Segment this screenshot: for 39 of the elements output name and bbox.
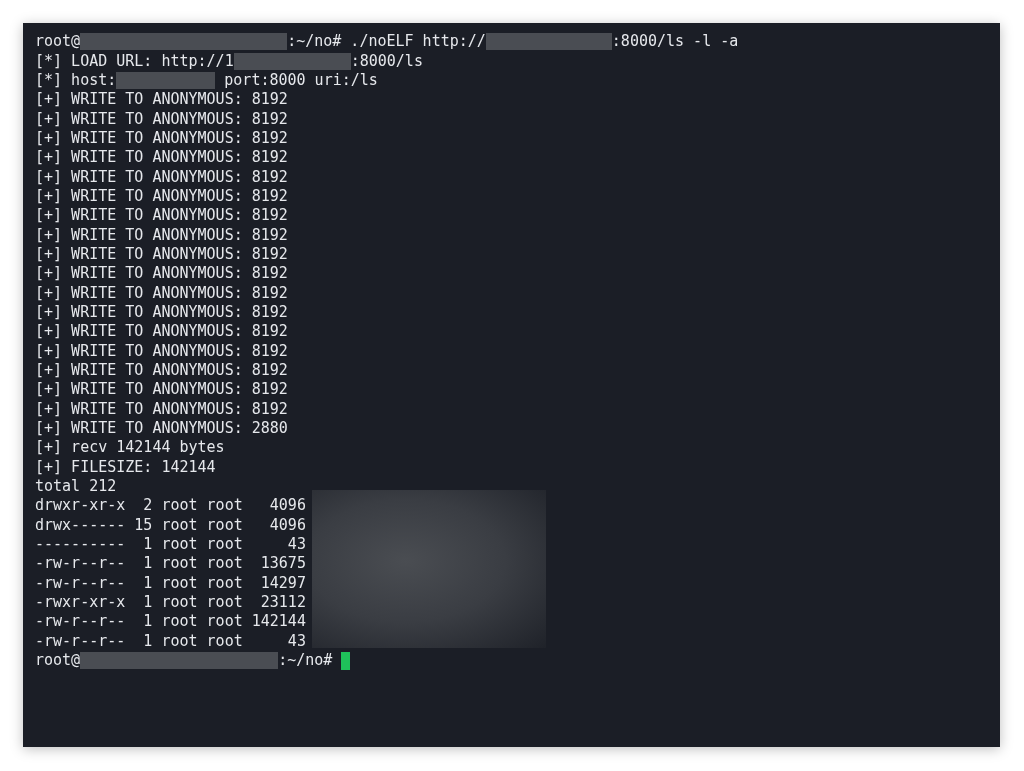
terminal-text: [+] WRITE TO ANONYMOUS: 8192 xyxy=(35,109,288,129)
terminal-text: -rw-r--r-- 1 root root 142144 xyxy=(35,612,306,632)
terminal-text: -rwxr-xr-x 1 root root 23112 xyxy=(35,593,306,613)
terminal-text: :~/no# ./noELF http:// xyxy=(287,32,486,52)
terminal-text: :8000/ls -l -a xyxy=(611,32,739,52)
terminal-text: ---------- 1 root root 43 xyxy=(35,535,306,555)
terminal-text: [+] WRITE TO ANONYMOUS: 8192 xyxy=(35,264,288,284)
terminal-text: port:8000 uri:/ls xyxy=(223,70,378,90)
terminal-text: -rw-r--r-- 1 root root 14297 xyxy=(35,573,306,593)
terminal-text: :~/no# xyxy=(278,651,334,671)
terminal-text: [*] host: xyxy=(35,70,117,90)
terminal-text: -rw-r--r-- 1 root root 13675 xyxy=(35,554,306,574)
terminal-text: [+] WRITE TO ANONYMOUS: 8192 xyxy=(35,206,288,226)
terminal-text: :8000/ls xyxy=(350,51,423,71)
terminal-text: total 212 xyxy=(35,477,117,497)
terminal-text: [+] WRITE TO ANONYMOUS: 8192 xyxy=(35,399,288,419)
terminal-text: [+] recv 142144 bytes xyxy=(35,438,225,458)
terminal-text: [+] WRITE TO ANONYMOUS: 8192 xyxy=(35,303,288,322)
terminal-text: [+] WRITE TO ANONYMOUS: 8192 xyxy=(35,322,288,342)
terminal-text: [*] LOAD URL: http://1 xyxy=(35,51,234,71)
terminal-text: [+] WRITE TO ANONYMOUS: 8192 xyxy=(35,380,288,400)
terminal-text: root@ xyxy=(35,651,81,671)
terminal-text: [+] WRITE TO ANONYMOUS: 8192 xyxy=(35,244,288,264)
terminal-text: [+] WRITE TO ANONYMOUS: 2880 xyxy=(35,419,288,439)
terminal-text: [+] WRITE TO ANONYMOUS: 8192 xyxy=(35,225,288,245)
terminal-text: [+] WRITE TO ANONYMOUS: 8192 xyxy=(35,128,288,148)
terminal-text: [+] FILESIZE: 142144 xyxy=(35,457,216,477)
terminal-text: drwxr-xr-x 2 root root 4096 xyxy=(35,496,306,516)
terminal-text: [+] WRITE TO ANONYMOUS: 8192 xyxy=(35,341,288,361)
terminal-text: [+] WRITE TO ANONYMOUS: 8192 xyxy=(35,361,288,380)
terminal-text: [+] WRITE TO ANONYMOUS: 8192 xyxy=(35,167,288,187)
terminal-text: [+] WRITE TO ANONYMOUS: 8192 xyxy=(35,90,288,110)
cursor-block xyxy=(341,651,351,670)
terminal-text: -rw-r--r-- 1 root root 43 xyxy=(35,631,306,651)
terminal-text: [+] WRITE TO ANONYMOUS: 8192 xyxy=(35,148,288,168)
terminal-text: root@ xyxy=(35,32,81,52)
terminal-text: [+] WRITE TO ANONYMOUS: 8192 xyxy=(35,283,288,303)
terminal-text: drwx------ 15 root root 4096 xyxy=(35,515,306,535)
terminal-text: [+] WRITE TO ANONYMOUS: 8192 xyxy=(35,186,288,206)
